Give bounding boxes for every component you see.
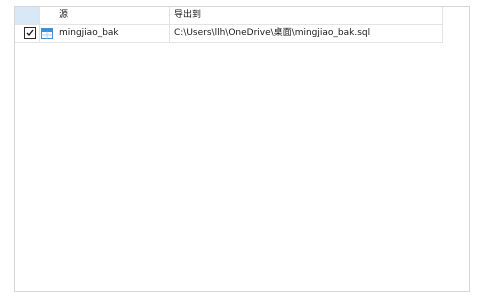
header-export-to[interactable]: 导出到 — [170, 7, 443, 24]
header-select-column — [15, 7, 40, 24]
export-list-panel: 源 导出到 mingjiao_bak C:\Users\llh\OneDrive… — [14, 6, 470, 292]
row-checkbox[interactable] — [24, 27, 36, 39]
export-grid: 源 导出到 mingjiao_bak C:\Users\llh\OneDrive… — [15, 7, 443, 43]
header-source[interactable]: 源 — [55, 7, 170, 24]
grid-header: 源 导出到 — [15, 7, 443, 25]
row-source: mingjiao_bak — [55, 25, 170, 42]
row-select-cell[interactable] — [15, 25, 40, 42]
table-row[interactable]: mingjiao_bak C:\Users\llh\OneDrive\桌面\mi… — [15, 25, 443, 43]
row-icon-cell — [40, 25, 55, 42]
checkmark-icon — [26, 29, 34, 37]
row-export-path: C:\Users\llh\OneDrive\桌面\mingjiao_bak.sq… — [170, 25, 443, 42]
header-icon-column — [40, 7, 55, 24]
table-icon — [41, 28, 53, 39]
